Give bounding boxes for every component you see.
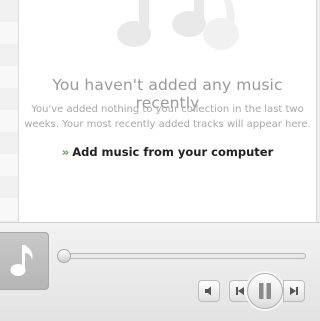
next-button[interactable] [283,280,305,302]
double-chevron-right-icon: » [61,145,70,159]
skip-forward-icon [290,287,298,295]
empty-state-description: You've added nothing to your collection … [19,102,316,132]
play-pause-button[interactable] [247,273,283,309]
music-note-icon [10,245,33,276]
sidebar-strip [0,0,19,222]
description-line-1: You've added nothing to your collection … [31,104,304,115]
scrollbar-track[interactable] [316,0,320,222]
description-line-2: weeks. Your most recently added tracks w… [24,119,311,130]
add-music-label: Add music from your computer [72,145,274,159]
volume-button[interactable] [198,280,220,302]
recently-added-panel: You haven't added any music recently You… [19,0,316,222]
add-music-link[interactable]: » Add music from your computer [19,145,316,159]
pause-icon [259,283,271,299]
speaker-icon [205,286,211,296]
album-art [0,232,49,290]
player-bar [0,222,320,321]
music-notes-watermark-icon [117,0,239,52]
progress-slider[interactable] [57,249,306,263]
progress-knob[interactable] [57,249,71,263]
